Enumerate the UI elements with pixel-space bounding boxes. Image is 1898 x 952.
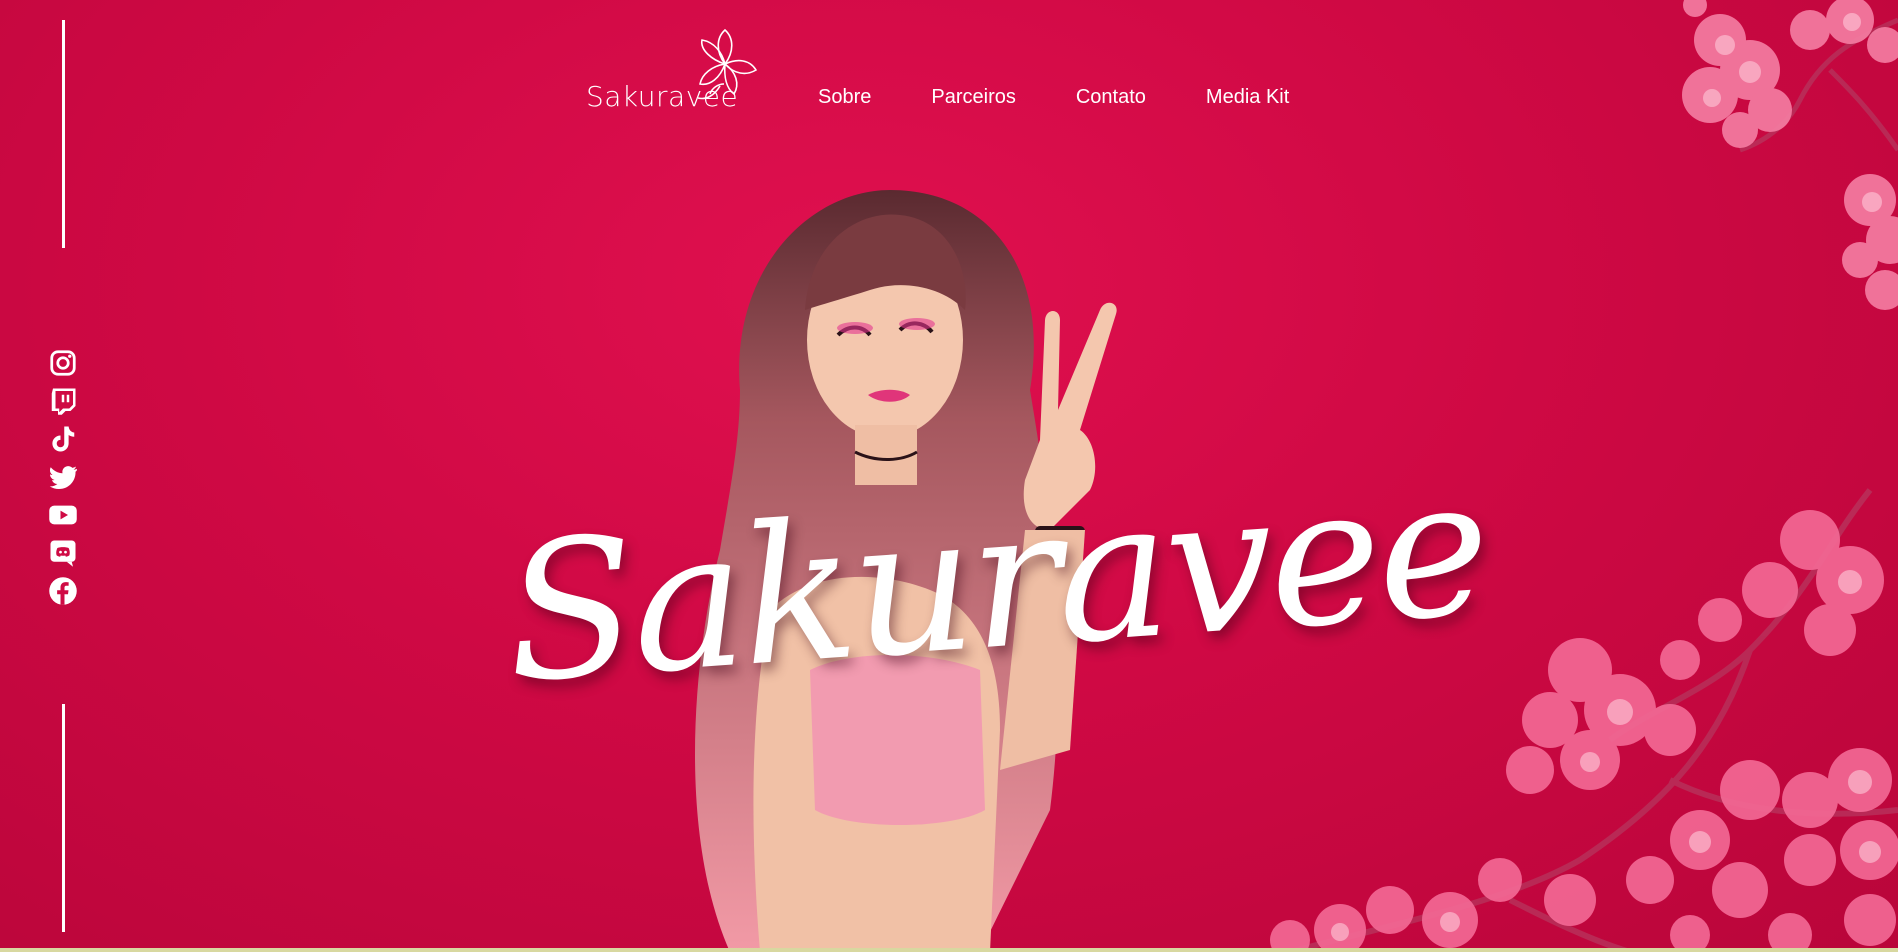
social-links <box>48 348 78 614</box>
twitch-icon[interactable] <box>48 386 78 416</box>
instagram-icon[interactable] <box>48 348 78 378</box>
discord-icon[interactable] <box>48 538 78 568</box>
twitter-icon[interactable] <box>48 462 78 492</box>
hero-title-text: Sakuravee <box>498 436 1493 725</box>
nav-link-contato[interactable]: Contato <box>1076 86 1146 109</box>
nav-link-media-kit[interactable]: Media Kit <box>1206 86 1289 109</box>
youtube-icon[interactable] <box>48 500 78 530</box>
logo-text: Sakuravee <box>586 80 739 113</box>
nav-link-sobre[interactable]: Sobre <box>818 86 871 109</box>
decorative-line-top <box>62 20 65 248</box>
hero-section: Sakuravee Sobre Parceiros Contato Media … <box>0 0 1898 952</box>
nav-link-parceiros[interactable]: Parceiros <box>931 86 1015 109</box>
facebook-icon[interactable] <box>48 576 78 606</box>
decorative-line-bottom <box>62 704 65 932</box>
tiktok-icon[interactable] <box>48 424 78 454</box>
site-logo[interactable]: Sakuravee <box>584 24 776 114</box>
hero-title: Sakuravee <box>498 436 1492 790</box>
main-nav: Sobre Parceiros Contato Media Kit <box>818 86 1349 109</box>
cherry-blossom-branch-top <box>1682 0 1898 310</box>
bottom-edge <box>0 948 1898 952</box>
